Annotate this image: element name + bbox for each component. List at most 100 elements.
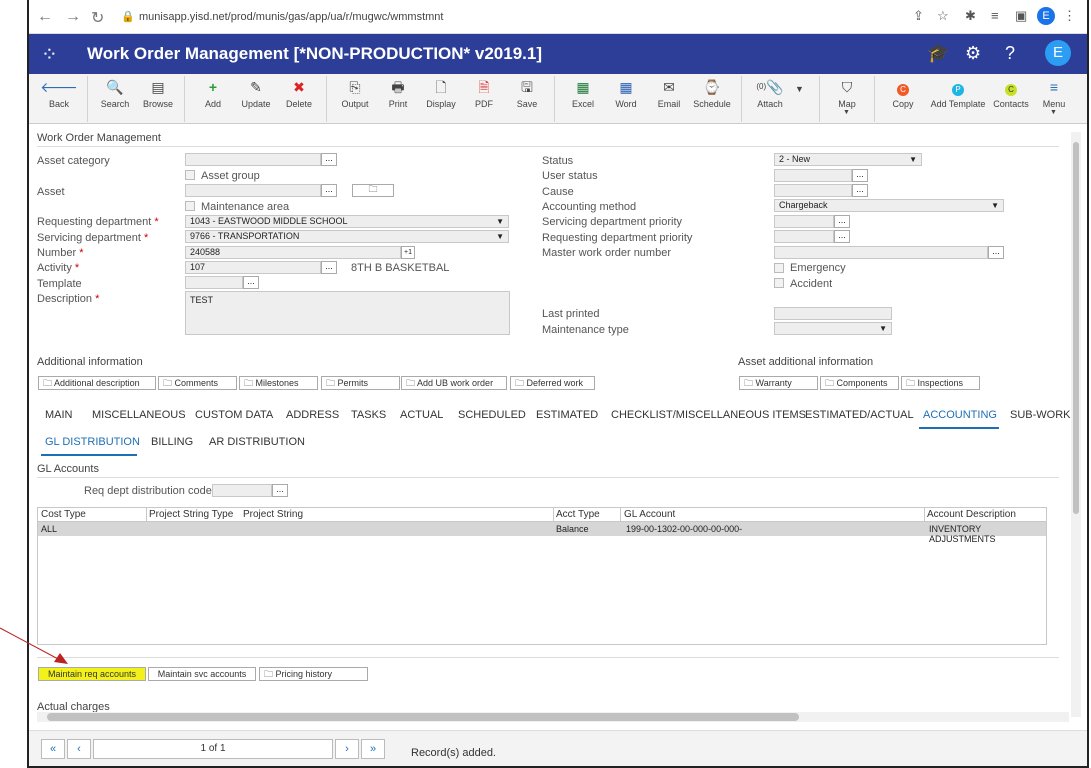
activity-field[interactable]: 107: [185, 261, 321, 274]
menu-dropdown-icon[interactable]: ▼: [1050, 109, 1057, 116]
inspections-button[interactable]: 🗀 Inspections: [901, 376, 980, 390]
maintenance-type-select[interactable]: ▼: [774, 322, 892, 335]
cause-field[interactable]: [774, 184, 852, 197]
template-field[interactable]: [185, 276, 243, 289]
first-page-button[interactable]: «: [41, 739, 65, 759]
toolbar-divider: [554, 76, 555, 122]
copy-button[interactable]: C Copy: [878, 78, 928, 109]
user-status-lookup-button[interactable]: ...: [852, 169, 868, 182]
deferred-work-button[interactable]: 🗀 Deferred work: [510, 376, 595, 390]
attach-dropdown-icon[interactable]: ▼: [795, 84, 804, 94]
tab-accounting[interactable]: ACCOUNTING: [923, 409, 997, 421]
pricing-history-button[interactable]: 🗀 Pricing history: [259, 667, 368, 681]
previous-page-button[interactable]: ‹: [67, 739, 91, 759]
more-vert-icon[interactable]: ⋮: [1063, 8, 1076, 24]
schedule-button[interactable]: ⌚ Schedule: [687, 78, 737, 109]
milestones-button[interactable]: 🗀 Milestones: [239, 376, 318, 390]
req-dept-distribution-lookup-button[interactable]: ...: [272, 484, 288, 497]
vertical-scrollbar[interactable]: [1071, 132, 1081, 717]
extensions-icon[interactable]: ✱: [965, 8, 976, 24]
tab-miscellaneous[interactable]: MISCELLANEOUS: [92, 409, 186, 421]
delete-button[interactable]: ✖ Delete: [274, 78, 324, 109]
asset-category-lookup-button[interactable]: ...: [321, 153, 337, 166]
req-dept-distribution-field[interactable]: [212, 484, 272, 497]
user-avatar[interactable]: E: [1045, 40, 1071, 66]
subtab-billing[interactable]: BILLING: [151, 436, 193, 448]
share-icon[interactable]: ⇪: [913, 8, 924, 24]
master-wo-field[interactable]: [774, 246, 988, 259]
tab-estimated-actual[interactable]: ESTIMATED/ACTUAL: [805, 409, 914, 421]
last-page-button[interactable]: »: [361, 739, 385, 759]
emergency-checkbox[interactable]: [774, 263, 784, 273]
template-lookup-button[interactable]: ...: [243, 276, 259, 289]
scrollbar-thumb[interactable]: [47, 713, 799, 721]
next-page-button[interactable]: ›: [335, 739, 359, 759]
sidebar-icon[interactable]: ▣: [1015, 8, 1027, 24]
asset-lookup-button[interactable]: ...: [321, 184, 337, 197]
save-button[interactable]: 🖫 Save: [502, 78, 552, 109]
tab-custom-data[interactable]: CUSTOM DATA: [195, 409, 273, 421]
activity-description: 8TH B BASKETBAL: [351, 262, 450, 274]
servicing-department-select[interactable]: 9766 - TRANSPORTATION ▼: [185, 230, 509, 243]
browser-profile-avatar[interactable]: E: [1037, 7, 1055, 25]
comments-button[interactable]: 🗀 Comments: [158, 376, 237, 390]
activity-lookup-button[interactable]: ...: [321, 261, 337, 274]
graduation-cap-icon[interactable]: 🎓: [927, 43, 949, 64]
subtab-ar-distribution[interactable]: AR DISTRIBUTION: [209, 436, 305, 448]
requesting-priority-lookup-button[interactable]: ...: [834, 230, 850, 243]
number-increment-button[interactable]: +1: [401, 246, 415, 259]
add-template-button[interactable]: P Add Template: [926, 78, 990, 109]
maintenance-area-checkbox[interactable]: [185, 201, 195, 211]
column-header[interactable]: Project String Type: [149, 509, 233, 520]
requesting-department-select[interactable]: 1043 - EASTWOOD MIDDLE SCHOOL ▼: [185, 215, 509, 228]
master-wo-lookup-button[interactable]: ...: [988, 246, 1004, 259]
main-content: Work Order Management Asset category ...…: [29, 127, 1071, 715]
column-header[interactable]: Project String: [243, 509, 303, 520]
horizontal-scrollbar[interactable]: [37, 712, 1069, 722]
reading-list-icon[interactable]: ≡: [991, 8, 999, 23]
divider: [37, 477, 1059, 478]
address-bar[interactable]: 🔒 munisapp.yisd.net/prod/munis/gas/app/u…: [115, 5, 907, 29]
user-status-field[interactable]: [774, 169, 852, 182]
cause-lookup-button[interactable]: ...: [852, 184, 868, 197]
map-dropdown-icon[interactable]: ▼: [843, 109, 850, 116]
column-header[interactable]: Acct Type: [556, 509, 600, 520]
tab-sub-work[interactable]: SUB-WORK: [1010, 409, 1071, 421]
number-field[interactable]: 240588: [185, 246, 401, 259]
help-icon[interactable]: ?: [1005, 43, 1015, 64]
attach-button[interactable]: (0)📎 Attach: [745, 78, 795, 109]
star-icon[interactable]: ☆: [937, 8, 949, 24]
accounting-method-select[interactable]: Chargeback ▼: [774, 199, 1004, 212]
asset-field[interactable]: [185, 184, 321, 197]
add-ub-work-order-button[interactable]: 🗀 Add UB work order: [401, 376, 507, 390]
servicing-priority-field[interactable]: [774, 215, 834, 228]
maintain-svc-accounts-button[interactable]: Maintain svc accounts: [148, 667, 256, 681]
components-button[interactable]: 🗀 Components: [820, 376, 899, 390]
scrollbar-thumb[interactable]: [1073, 142, 1079, 514]
menu-button[interactable]: ≡ Menu: [1029, 78, 1079, 109]
tab-actual[interactable]: ACTUAL: [400, 409, 443, 421]
gear-icon[interactable]: ⚙: [965, 43, 981, 64]
description-textarea[interactable]: TEST: [185, 291, 510, 335]
permits-button[interactable]: 🗀 Permits: [321, 376, 400, 390]
tab-address[interactable]: ADDRESS: [286, 409, 339, 421]
accident-checkbox[interactable]: [774, 278, 784, 288]
column-header[interactable]: Account Description: [927, 509, 1016, 520]
tab-checklist[interactable]: CHECKLIST/MISCELLANEOUS ITEMS: [611, 409, 806, 421]
browse-button[interactable]: ▤ Browse: [133, 78, 183, 109]
tab-estimated[interactable]: ESTIMATED: [536, 409, 598, 421]
tab-scheduled[interactable]: SCHEDULED: [458, 409, 526, 421]
asset-folder-button[interactable]: 🗀: [352, 184, 394, 197]
servicing-priority-lookup-button[interactable]: ...: [834, 215, 850, 228]
menu-icon: ≡: [1049, 79, 1059, 95]
column-header[interactable]: GL Account: [624, 509, 675, 520]
status-select[interactable]: 2 - New ▼: [774, 153, 922, 166]
warranty-button[interactable]: 🗀 Warranty: [739, 376, 818, 390]
requesting-priority-field[interactable]: [774, 230, 834, 243]
asset-group-checkbox[interactable]: [185, 170, 195, 180]
map-button[interactable]: ⛉ Map: [822, 78, 872, 109]
asset-category-field[interactable]: [185, 153, 321, 166]
tab-tasks[interactable]: TASKS: [351, 409, 386, 421]
servicing-priority-label: Servicing department priority: [542, 216, 683, 228]
table-row[interactable]: ALL Balance 199-00-1302-00-000-00-000- I…: [38, 522, 1046, 544]
